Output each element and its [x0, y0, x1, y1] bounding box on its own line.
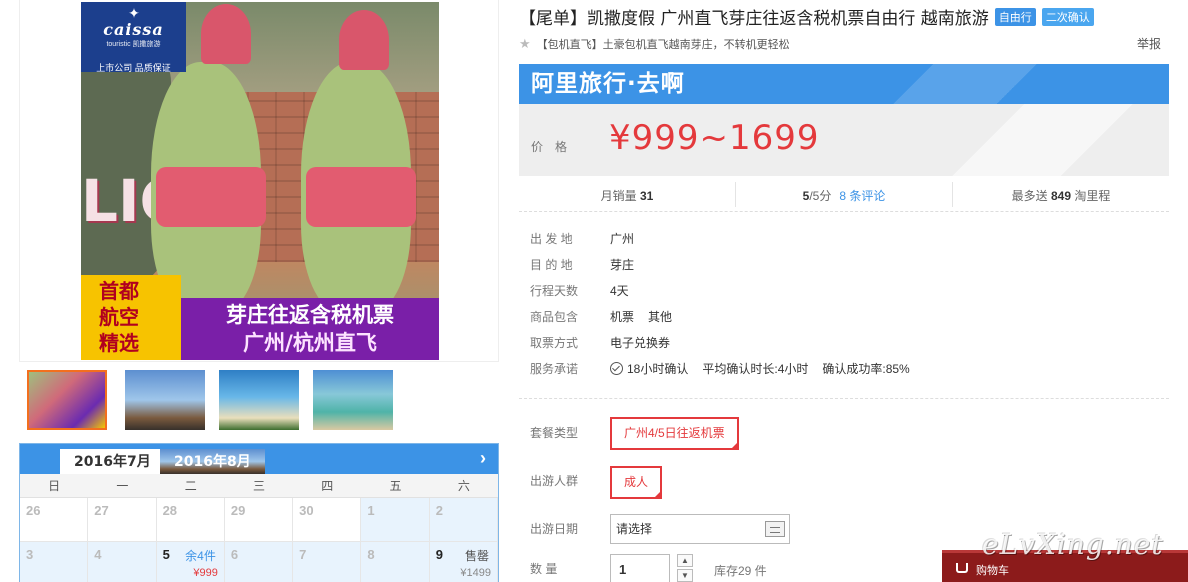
main-product-image[interactable]: LIOL ✦ caissa touristic 凯撒旅游 上市公司 品质保证 首… — [81, 2, 439, 360]
calendar-day: 28 — [156, 498, 225, 541]
main-image-frame: LIOL ✦ caissa touristic 凯撒旅游 上市公司 品质保证 首… — [19, 0, 499, 362]
brand-sub: touristic 凯撒旅游 — [106, 41, 161, 48]
tag-second-confirm: 二次确认 — [1041, 8, 1094, 26]
day-price: ¥1499 — [460, 567, 491, 579]
package-label: 套餐类型 — [530, 426, 579, 440]
price-label: 价格 — [531, 140, 580, 154]
calendar-day: 1 — [361, 498, 430, 541]
attr-ticket: 取票方式 电子兑换券 — [530, 336, 671, 350]
right-column: 【尾单】凯撒度假 广州直飞芽庄往返含税机票自由行 越南旅游 自由行 二次确认 ★ 【包… — [519, 0, 1169, 582]
stock-text: 库存29 件 — [714, 564, 767, 578]
soldout-label: 售罄 — [464, 549, 489, 563]
attr-destination: 目 的 地芽庄 — [530, 258, 635, 272]
attr-days: 行程天数 4天 — [530, 284, 629, 298]
quantity-input[interactable]: 1 — [610, 554, 670, 582]
tab-august[interactable]: 2016年8月 — [160, 449, 265, 474]
quantity-label: 数 量 — [530, 562, 558, 576]
monthly-sales: 月销量 31 — [519, 182, 736, 207]
day-price: ¥999 — [193, 567, 218, 579]
attr-departure: 出 发 地广州 — [530, 232, 635, 246]
site-watermark: eLvXing.net — [982, 528, 1164, 561]
calendar-day: 26 — [20, 498, 89, 541]
thumbnail-1[interactable] — [27, 370, 107, 430]
product-title: 【尾单】凯撒度假 广州直飞芽庄往返含税机票自由行 越南旅游 自由行 二次确认 — [519, 4, 1094, 29]
attr-includes: 商品包含 机票 其他 — [530, 310, 673, 324]
rating: 5/5分 8 条评论 — [736, 182, 953, 207]
attr-service: 服务承诺 18小时确认 平均确认时长:4小时 确认成功率:85% — [530, 362, 910, 376]
brand-logo-badge: ✦ caissa touristic 凯撒旅游 上市公司 品质保证 — [81, 2, 186, 73]
miles-reward: 最多送 849 淘里程 — [1011, 189, 1111, 203]
price-panel: 价格 ¥999~1699 — [519, 104, 1169, 176]
product-attributes: 出 发 地广州 目 的 地芽庄 行程天数 4天 商品包含 机票 其他 取票方式 电子兑换… — [530, 228, 924, 384]
calendar-day-available[interactable]: 5 余4件 ¥999 — [156, 542, 225, 582]
calendar-day: 2 — [429, 498, 498, 541]
left-column: LIOL ✦ caissa touristic 凯撒旅游 上市公司 品质保证 首… — [19, 0, 499, 582]
calendar-header: 2016年7月 2016年8月 › — [20, 444, 498, 474]
calendar-row: 26 27 28 29 30 1 2 — [20, 498, 498, 542]
divider — [519, 398, 1169, 399]
calendar-day: 8 — [361, 542, 430, 582]
tab-july[interactable]: 2016年7月 — [60, 449, 165, 474]
package-option-button[interactable]: 广州4/5日往返机票 — [610, 417, 739, 451]
calendar-day: 3 — [20, 542, 89, 582]
date-select-input[interactable]: 请选择 — [610, 514, 790, 544]
remaining-count: 余4件 — [185, 549, 216, 563]
brand-tag: 上市公司 品质保证 — [96, 63, 171, 73]
calendar-icon[interactable] — [765, 521, 785, 537]
calendar-day: 27 — [88, 498, 157, 541]
cart-label: 购物车 — [976, 565, 1009, 577]
banner-airline: 首都 航空 精选 — [81, 275, 181, 360]
calendar-day-soldout: 9 售罄 ¥1499 — [429, 542, 498, 582]
check-circle-icon — [610, 362, 623, 375]
banner-route: 芽庄往返含税机票 广州/杭州直飞 — [181, 298, 439, 360]
star-icon: ✦ — [128, 5, 140, 21]
price-value: ¥999~1699 — [609, 118, 820, 158]
favorite-star-icon[interactable]: ★ — [519, 36, 531, 51]
cart-icon — [956, 563, 968, 573]
calendar-day: 30 — [293, 498, 362, 541]
date-label: 出游日期 — [530, 522, 579, 536]
product-subtitle: ★ 【包机直飞】土豪包机直飞越南芽庄，不转机更轻松 — [519, 36, 790, 51]
calendar-row: 3 4 5 余4件 ¥999 6 7 8 9 售罄 ¥1499 — [20, 542, 498, 582]
quantity-down-icon[interactable]: ▼ — [677, 569, 693, 582]
calendar-day: 4 — [88, 542, 157, 582]
people-option-button[interactable]: 成人 — [610, 466, 663, 500]
chevron-right-icon[interactable]: › — [480, 448, 486, 469]
thumbnail-3[interactable] — [219, 370, 299, 430]
calendar-day: 29 — [224, 498, 294, 541]
ali-travel-banner: 阿里旅行·去啊 — [519, 64, 1169, 104]
stats-bar: 月销量 31 5/5分 8 条评论 最多送 849 淘里程 — [519, 178, 1169, 212]
calendar-day: 7 — [293, 542, 362, 582]
reviews-link[interactable]: 8 条评论 — [839, 189, 885, 203]
calendar-day: 6 — [224, 542, 294, 582]
tag-free-travel: 自由行 — [994, 8, 1036, 26]
quantity-up-icon[interactable]: ▲ — [677, 554, 693, 567]
thumbnail-4[interactable] — [313, 370, 393, 430]
thumbnail-2[interactable] — [125, 370, 205, 430]
report-link[interactable]: 举报 — [1137, 35, 1161, 52]
weekday-header: 日 一 二 三 四 五 六 — [20, 474, 498, 498]
brand-logo: caissa — [103, 20, 164, 39]
departure-calendar: 2016年7月 2016年8月 › 日 一 二 三 四 五 六 26 27 28… — [19, 443, 499, 582]
people-label: 出游人群 — [530, 474, 579, 488]
